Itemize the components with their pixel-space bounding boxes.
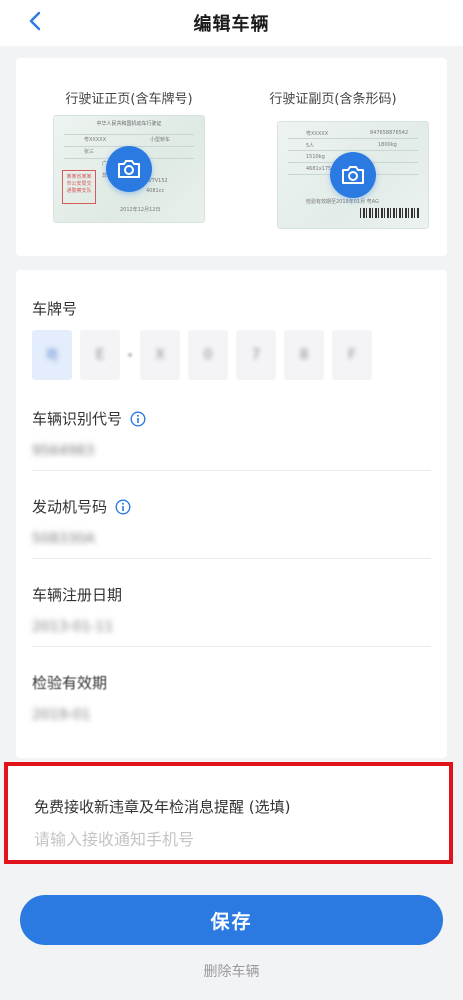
sample-text: 1800kg — [378, 142, 397, 148]
sample-text: 张三 — [84, 149, 95, 155]
register-date-field: 车辆注册日期 2013-01-11 — [32, 584, 432, 637]
vin-field: 车辆识别代号 9564983 — [32, 408, 432, 461]
page-title: 编辑车辆 — [193, 14, 270, 35]
save-button[interactable]: 保存 — [20, 895, 443, 945]
inspection-field: 检验有效期 2019-01 — [32, 672, 432, 725]
license-photo-card: 行驶证正页(含车牌号) 中华人民共和国机动车行驶证 粤XXXXX 小型轿车 张三… — [16, 58, 447, 256]
front-sample-title: 中华人民共和国机动车行驶证 — [96, 121, 162, 127]
plate-separator-dot — [128, 353, 132, 357]
sample-text: 5人 — [306, 143, 315, 149]
notify-section: 免费接收新违章及年检消息提醒 (选填) — [4, 762, 453, 864]
back-camera-button[interactable] — [330, 152, 376, 198]
camera-icon — [118, 160, 140, 178]
plate-cell[interactable]: 7 — [236, 330, 276, 380]
front-photo-block: 行驶证正页(含车牌号) 中华人民共和国机动车行驶证 粤XXXXX 小型轿车 张三… — [44, 88, 214, 223]
inspection-input[interactable]: 2019-01 — [32, 707, 432, 725]
divider — [32, 470, 431, 471]
vin-label-row: 车辆识别代号 — [32, 408, 432, 429]
sample-text: 小型轿车 — [150, 137, 171, 143]
sample-text: 847658876542 — [370, 130, 409, 136]
inspection-label: 检验有效期 — [32, 674, 108, 692]
delete-vehicle-link[interactable]: 删除车辆 — [0, 961, 463, 981]
info-icon[interactable] — [115, 498, 131, 515]
plate-char: 粤 — [45, 348, 59, 364]
vin-input[interactable]: 9564983 — [32, 443, 432, 461]
plate-cell-province[interactable]: 粤 — [32, 330, 72, 380]
plate-char: 0 — [203, 347, 213, 363]
sample-text: 检验有效期至2019年01月 粤AG — [306, 199, 379, 205]
front-photo-label: 行驶证正页(含车牌号) — [65, 92, 193, 107]
sample-seal-stamp: 某某省某某市公安局交通警察支队 — [62, 170, 96, 204]
notify-title: 免费接收新违章及年检消息提醒 (选填) — [34, 798, 291, 816]
engine-field: 发动机号码 508330A — [32, 496, 432, 549]
plate-field: 车牌号 — [32, 298, 432, 319]
plate-char: E — [95, 347, 105, 363]
engine-input[interactable]: 508330A — [32, 531, 432, 549]
back-chevron-icon — [29, 11, 41, 31]
sample-barcode — [360, 208, 420, 218]
plate-cell[interactable]: F — [332, 330, 372, 380]
top-bar: 编辑车辆 — [0, 0, 463, 46]
plate-input-row: 粤 E X 0 7 8 F — [32, 330, 372, 380]
divider — [32, 558, 431, 559]
back-license-upload[interactable]: 粤XXXXX 847658876542 5人 1510kg 1800kg 468… — [277, 121, 429, 229]
engine-label: 发动机号码 — [32, 498, 108, 516]
front-camera-button[interactable] — [106, 146, 152, 192]
vehicle-form-card: 车牌号 粤 E X 0 7 8 F 车辆识别代号 9564983 发动机号码 5… — [16, 270, 447, 758]
back-photo-label: 行驶证副页(含条形码) — [269, 92, 397, 107]
register-date-input[interactable]: 2013-01-11 — [32, 619, 432, 637]
sample-text: 4081cc — [146, 188, 165, 194]
plate-char: X — [155, 347, 165, 363]
plate-cell[interactable]: X — [140, 330, 180, 380]
sample-line — [288, 150, 418, 151]
plate-cell[interactable]: 8 — [284, 330, 324, 380]
sample-line — [288, 138, 418, 139]
camera-icon — [342, 166, 364, 184]
register-date-label: 车辆注册日期 — [32, 586, 123, 604]
sample-text: 粤XXXXX — [306, 131, 329, 137]
plate-cell[interactable]: E — [80, 330, 120, 380]
info-icon[interactable] — [130, 410, 146, 427]
back-photo-block: 行驶证副页(含条形码) 粤XXXXX 847658876542 5人 1510k… — [248, 88, 429, 229]
plate-label: 车牌号 — [32, 300, 78, 318]
back-button[interactable] — [20, 6, 50, 36]
sample-line — [64, 134, 194, 135]
divider — [32, 646, 431, 647]
phone-input[interactable] — [34, 824, 424, 854]
sample-text: 粤XXXXX — [84, 137, 107, 143]
sample-text: 1510kg — [306, 154, 325, 160]
sample-text: 2012年12月12日 — [120, 207, 161, 213]
front-license-upload[interactable]: 中华人民共和国机动车行驶证 粤XXXXX 小型轿车 张三 广东省 非营运 LVT… — [53, 115, 205, 223]
plate-char: 7 — [251, 347, 261, 363]
plate-char: F — [347, 347, 357, 363]
vin-label: 车辆识别代号 — [32, 410, 123, 428]
plate-cell[interactable]: 0 — [188, 330, 228, 380]
engine-label-row: 发动机号码 — [32, 496, 432, 517]
plate-char: 8 — [299, 347, 309, 363]
